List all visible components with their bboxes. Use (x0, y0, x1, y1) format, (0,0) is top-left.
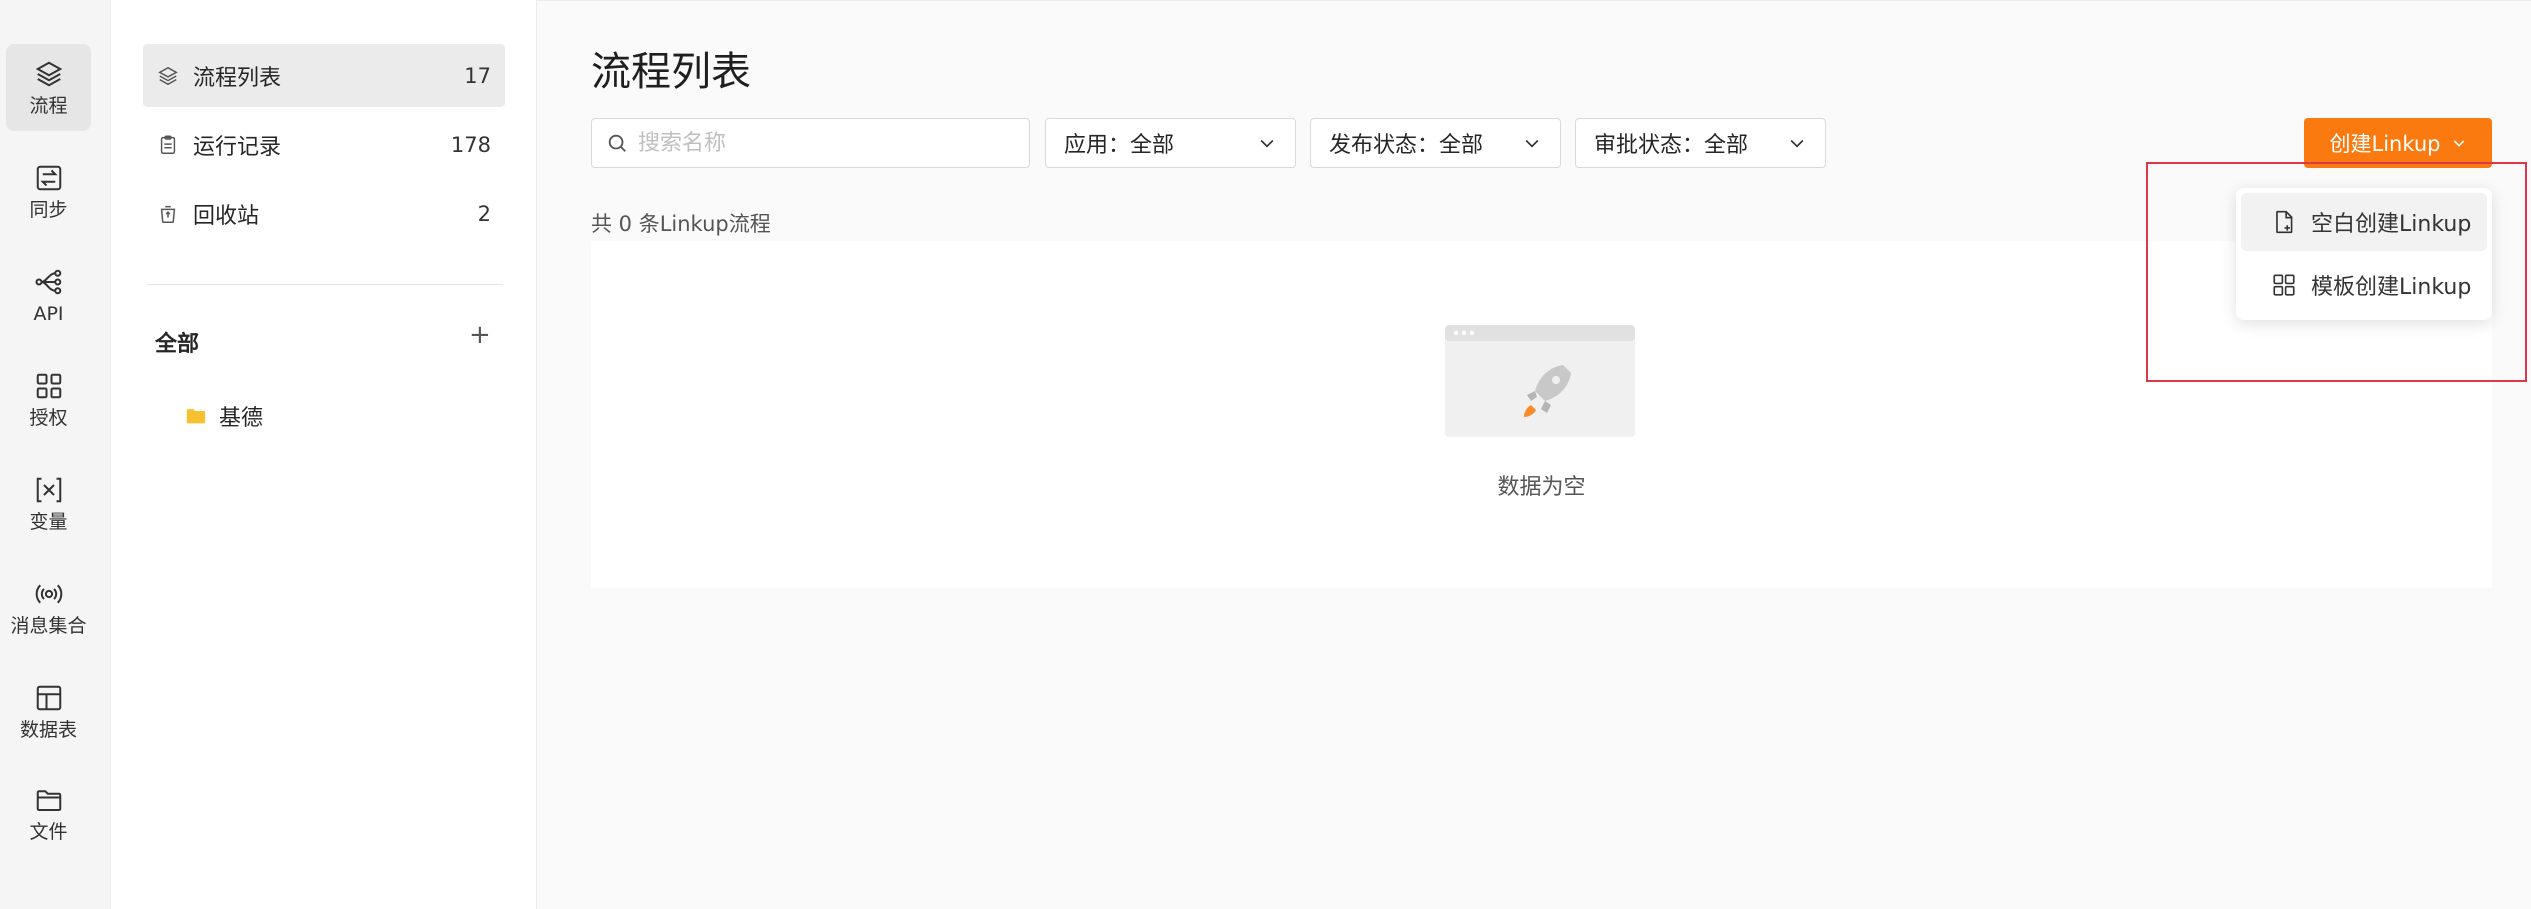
clipboard-icon (160, 135, 176, 154)
search-icon (608, 134, 626, 152)
app-filter-select[interactable]: 应用：全部 (1045, 118, 1296, 168)
api-icon (35, 269, 61, 294)
rail-label: 文件 (29, 820, 68, 843)
rail-item-auth[interactable]: 授权 (6, 356, 91, 443)
sidebar-divider (147, 284, 503, 285)
folder-icon (186, 409, 206, 424)
rail-label: 消息集合 (10, 614, 87, 637)
rail-label: 数据表 (19, 718, 77, 741)
rail-item-datatable[interactable]: 数据表 (6, 668, 91, 755)
folder-label: 基德 (219, 406, 264, 431)
rail-item-flow[interactable]: 流程 (6, 44, 91, 131)
create-linkup-button[interactable]: 创建Linkup (2304, 118, 2492, 168)
rail-item-message[interactable]: 消息集合 (6, 564, 91, 651)
chevron-down-icon (2453, 140, 2464, 147)
annotation-highlight-box (2146, 162, 2527, 382)
folder-icon (36, 789, 61, 811)
chevron-down-icon (1790, 139, 1804, 148)
select-value: 审批状态：全部 (1594, 133, 1749, 158)
sidebar-item-label: 运行记录 (193, 134, 282, 160)
folder-item[interactable]: 基德 (185, 400, 263, 432)
rail-label: 变量 (29, 510, 68, 533)
empty-state-text: 数据为空 (1497, 475, 1586, 500)
rail-item-variable[interactable]: 变量 (6, 460, 91, 547)
search-input[interactable] (638, 130, 1018, 156)
icon-rail: 流程 同步 API 授权 变量 消息集合 数据表 文件 (0, 0, 111, 909)
rail-item-sync[interactable]: 同步 (6, 148, 91, 235)
result-count: 共 0 条Linkup流程 (591, 212, 771, 236)
variable-icon (36, 477, 61, 502)
search-box[interactable] (591, 118, 1030, 168)
main-content: 流程列表 应用：全部 发布状态：全部 审批状态：全部 创建Linkup 共 0 … (537, 0, 2531, 909)
rail-item-file[interactable]: 文件 (6, 770, 91, 857)
create-button-label: 创建Linkup (2329, 132, 2441, 156)
layers-icon (158, 66, 178, 85)
select-value: 应用：全部 (1064, 133, 1175, 158)
sidebar-item-count: 17 (464, 63, 491, 88)
secondary-sidebar: 流程列表 17 运行记录 178 回收站 2 全部 + 基德 (111, 0, 537, 909)
add-group-button[interactable]: + (469, 322, 491, 348)
rail-label: API (33, 302, 64, 325)
rail-item-api[interactable]: API (6, 252, 91, 339)
table-icon (36, 685, 61, 710)
approval-status-select[interactable]: 审批状态：全部 (1575, 118, 1826, 168)
grid-icon (36, 373, 61, 398)
rail-label: 授权 (29, 406, 68, 429)
sidebar-item-run-records[interactable]: 运行记录 178 (143, 113, 505, 176)
recycle-bin-icon (160, 205, 176, 223)
sidebar-item-flow-list[interactable]: 流程列表 17 (143, 44, 505, 107)
sidebar-item-recycle-bin[interactable]: 回收站 2 (143, 182, 505, 245)
empty-rocket-illustration (1445, 325, 1635, 437)
sidebar-item-count: 2 (477, 201, 491, 226)
sidebar-item-label: 回收站 (193, 203, 260, 229)
layers-icon (35, 61, 62, 86)
broadcast-icon (35, 584, 62, 603)
rail-label: 流程 (29, 94, 68, 117)
publish-status-select[interactable]: 发布状态：全部 (1310, 118, 1561, 168)
chevron-down-icon (1525, 139, 1539, 148)
sidebar-item-count: 178 (450, 132, 491, 157)
select-value: 发布状态：全部 (1329, 133, 1484, 158)
sync-icon (36, 165, 61, 190)
sidebar-item-label: 流程列表 (193, 65, 282, 91)
group-title: 全部 (155, 332, 200, 357)
page-title: 流程列表 (591, 49, 751, 95)
rail-label: 同步 (29, 198, 68, 221)
chevron-down-icon (1260, 139, 1274, 148)
